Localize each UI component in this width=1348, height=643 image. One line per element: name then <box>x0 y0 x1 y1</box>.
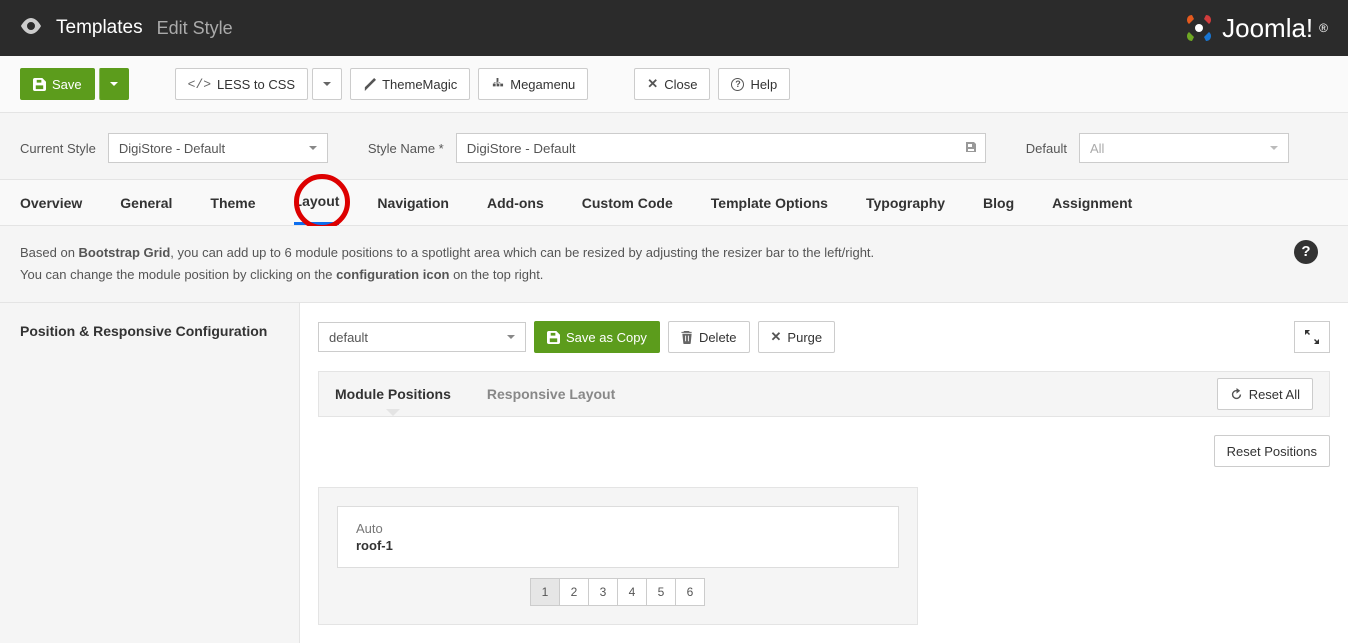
subtab-module-positions[interactable]: Module Positions <box>335 386 451 402</box>
tab-overview[interactable]: Overview <box>20 180 82 225</box>
page-title: Templates <box>56 17 143 39</box>
page-subtitle: Edit Style <box>157 18 233 39</box>
megamenu-button[interactable]: Megamenu <box>478 68 588 100</box>
current-style-label: Current Style <box>20 141 96 156</box>
action-toolbar: Save </> LESS to CSS ThemeMagic Megamenu… <box>0 56 1348 113</box>
preview-icon[interactable] <box>20 18 42 39</box>
tab-typography[interactable]: Typography <box>866 180 945 225</box>
save-field-icon <box>964 140 978 157</box>
tab-blog[interactable]: Blog <box>983 180 1014 225</box>
reset-all-button[interactable]: Reset All <box>1217 378 1313 410</box>
thememagic-button[interactable]: ThemeMagic <box>350 68 470 100</box>
fullscreen-button[interactable] <box>1294 321 1330 353</box>
joomla-logo: Joomla!® <box>1182 11 1328 45</box>
save-dropdown[interactable] <box>99 68 129 100</box>
less-to-css-button[interactable]: </> LESS to CSS <box>175 68 308 100</box>
sub-tabs: Module Positions Responsive Layout Reset… <box>318 371 1330 417</box>
default-select[interactable]: All <box>1079 133 1289 163</box>
tab-theme[interactable]: Theme <box>210 180 255 225</box>
layout-select[interactable]: default <box>318 322 526 352</box>
sidebar-title: Position & Responsive Configuration <box>20 323 279 339</box>
help-icon[interactable]: ? <box>1294 240 1318 264</box>
tab-assignment[interactable]: Assignment <box>1052 180 1132 225</box>
delete-button[interactable]: Delete <box>668 321 750 353</box>
layout-builder: Auto roof-1 1 2 3 4 5 6 <box>318 487 918 625</box>
tab-template-options[interactable]: Template Options <box>711 180 828 225</box>
tab-layout[interactable]: Layout <box>294 180 340 225</box>
main-tabs: Overview General Theme Layout Navigation… <box>0 180 1348 226</box>
module-position-box[interactable]: Auto roof-1 <box>337 506 899 568</box>
save-as-copy-button[interactable]: Save as Copy <box>534 321 660 353</box>
default-label: Default <box>1026 141 1067 156</box>
tab-navigation[interactable]: Navigation <box>377 180 449 225</box>
admin-header: Templates Edit Style Joomla!® <box>0 0 1348 56</box>
help-button[interactable]: ? Help <box>718 68 790 100</box>
style-name-label: Style Name * <box>368 141 444 156</box>
subtab-responsive-layout[interactable]: Responsive Layout <box>487 386 615 402</box>
logo-text: Joomla! <box>1222 13 1313 44</box>
content-area: default Save as Copy Delete ✕ Purge Modu… <box>300 303 1348 643</box>
tab-addons[interactable]: Add-ons <box>487 180 544 225</box>
form-bar: Current Style DigiStore - Default Style … <box>0 113 1348 180</box>
close-button[interactable]: ✕ Close <box>634 68 710 100</box>
save-button[interactable]: Save <box>20 68 95 100</box>
less-dropdown[interactable] <box>312 68 342 100</box>
sidebar: Position & Responsive Configuration <box>0 303 300 643</box>
current-style-select[interactable]: DigiStore - Default <box>108 133 328 163</box>
module-position-name: roof-1 <box>356 538 880 553</box>
purge-button[interactable]: ✕ Purge <box>758 321 836 353</box>
style-name-input[interactable] <box>456 133 986 163</box>
tab-custom-code[interactable]: Custom Code <box>582 180 673 225</box>
tab-description: Based on Bootstrap Grid, you can add up … <box>0 226 1348 303</box>
module-width-label: Auto <box>356 521 880 536</box>
tab-general[interactable]: General <box>120 180 172 225</box>
reset-positions-button[interactable]: Reset Positions <box>1214 435 1330 467</box>
